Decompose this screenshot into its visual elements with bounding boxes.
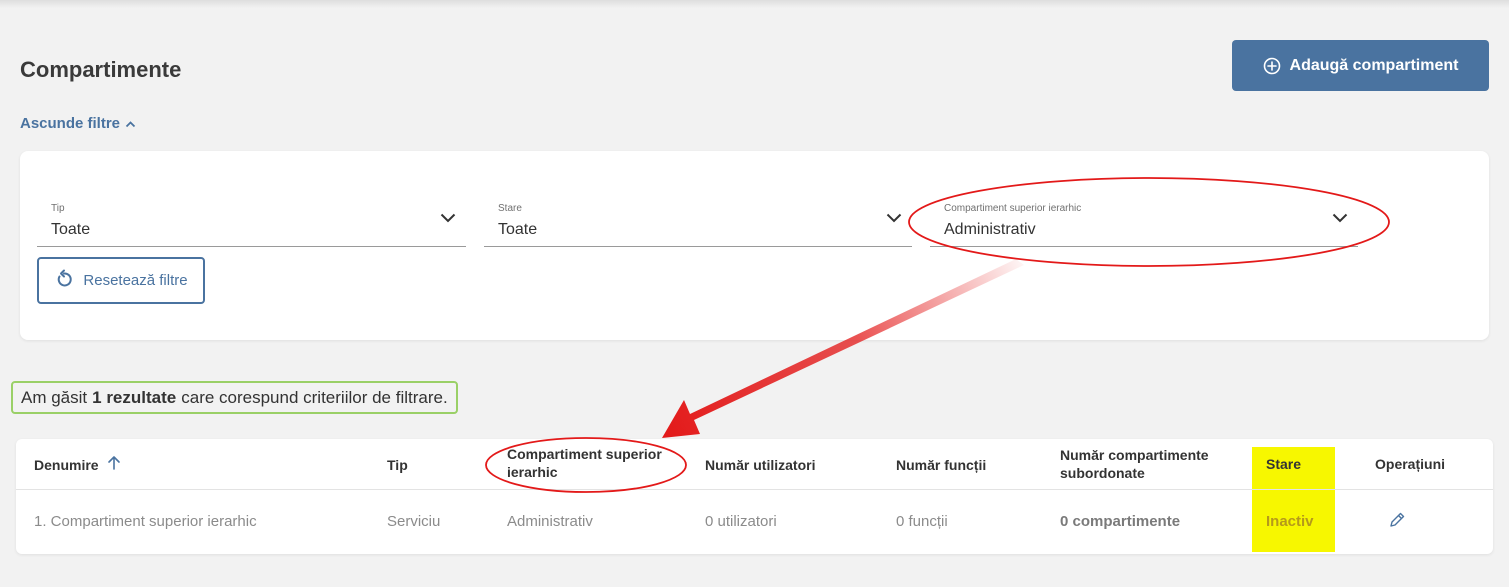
row-tip: Serviciu bbox=[387, 513, 441, 530]
superior-compartment-value: Administrativ bbox=[944, 221, 1036, 238]
row-functii: 0 funcții bbox=[896, 513, 948, 530]
results-count: 1 rezultate bbox=[92, 387, 177, 407]
row-utilizatori: 0 utilizatori bbox=[705, 513, 777, 530]
add-compartment-label: Adaugă compartiment bbox=[1289, 56, 1459, 74]
filters-panel: Tip Toate Stare Toate Compartiment super… bbox=[20, 151, 1489, 340]
row-subordonate: 0 compartimente bbox=[1060, 513, 1181, 530]
column-header-tip: Tip bbox=[387, 457, 408, 473]
reset-filters-button[interactable]: Resetează filtre bbox=[37, 257, 205, 304]
reset-filters-label: Resetează filtre bbox=[83, 272, 188, 289]
tip-select-value: Toate bbox=[51, 221, 91, 238]
column-header-functii: Număr funcții bbox=[896, 457, 987, 473]
row-denumire: 1. Compartiment superior ierarhic bbox=[34, 513, 257, 530]
plus-circle-icon bbox=[1263, 57, 1281, 75]
results-suffix: care corespund criteriilor de filtrare. bbox=[181, 387, 448, 407]
tip-select-label: Tip bbox=[51, 203, 65, 214]
hide-filters-link[interactable]: Ascunde filtre bbox=[20, 115, 136, 132]
superior-compartment-label: Compartiment superior ierarhic bbox=[944, 203, 1082, 214]
column-header-stare: Stare bbox=[1266, 456, 1302, 472]
column-header-denumire[interactable]: Denumire bbox=[34, 455, 121, 474]
column-header-subordonate: Număr compartimente subordonate bbox=[1060, 447, 1209, 481]
top-shadow bbox=[0, 0, 1509, 8]
stare-select-label: Stare bbox=[498, 203, 522, 214]
tip-select[interactable]: Tip Toate bbox=[37, 198, 466, 247]
stare-select-value: Toate bbox=[498, 221, 538, 238]
denumire-header-label: Denumire bbox=[34, 456, 99, 473]
superior-compartment-select[interactable]: Compartiment superior ierarhic Administr… bbox=[930, 198, 1358, 247]
pencil-icon bbox=[1388, 512, 1406, 533]
row-stare: Inactiv bbox=[1266, 513, 1314, 530]
chevron-up-icon bbox=[125, 115, 136, 132]
stare-select[interactable]: Stare Toate bbox=[484, 198, 912, 247]
chevron-down-icon bbox=[886, 210, 902, 228]
page-title: Compartimente bbox=[20, 57, 182, 82]
arrow-up-icon bbox=[107, 455, 121, 474]
results-prefix: Am găsit bbox=[21, 387, 88, 407]
reset-icon bbox=[54, 269, 74, 293]
results-summary: Am găsit 1 rezultate care corespund crit… bbox=[11, 381, 458, 414]
column-header-operatiuni: Operațiuni bbox=[1375, 456, 1446, 472]
add-compartment-button[interactable]: Adaugă compartiment bbox=[1232, 40, 1489, 91]
column-header-utilizatori: Număr utilizatori bbox=[705, 457, 816, 473]
compartments-table: Denumire Tip Compartiment superior ierar… bbox=[16, 439, 1493, 554]
chevron-down-icon bbox=[1332, 210, 1348, 228]
hide-filters-label: Ascunde filtre bbox=[20, 115, 121, 132]
chevron-down-icon bbox=[440, 210, 456, 228]
column-header-superior: Compartiment superior ierarhic bbox=[507, 446, 662, 480]
edit-button[interactable] bbox=[1388, 511, 1406, 534]
header-divider bbox=[16, 489, 1493, 490]
row-superior: Administrativ bbox=[507, 513, 593, 530]
